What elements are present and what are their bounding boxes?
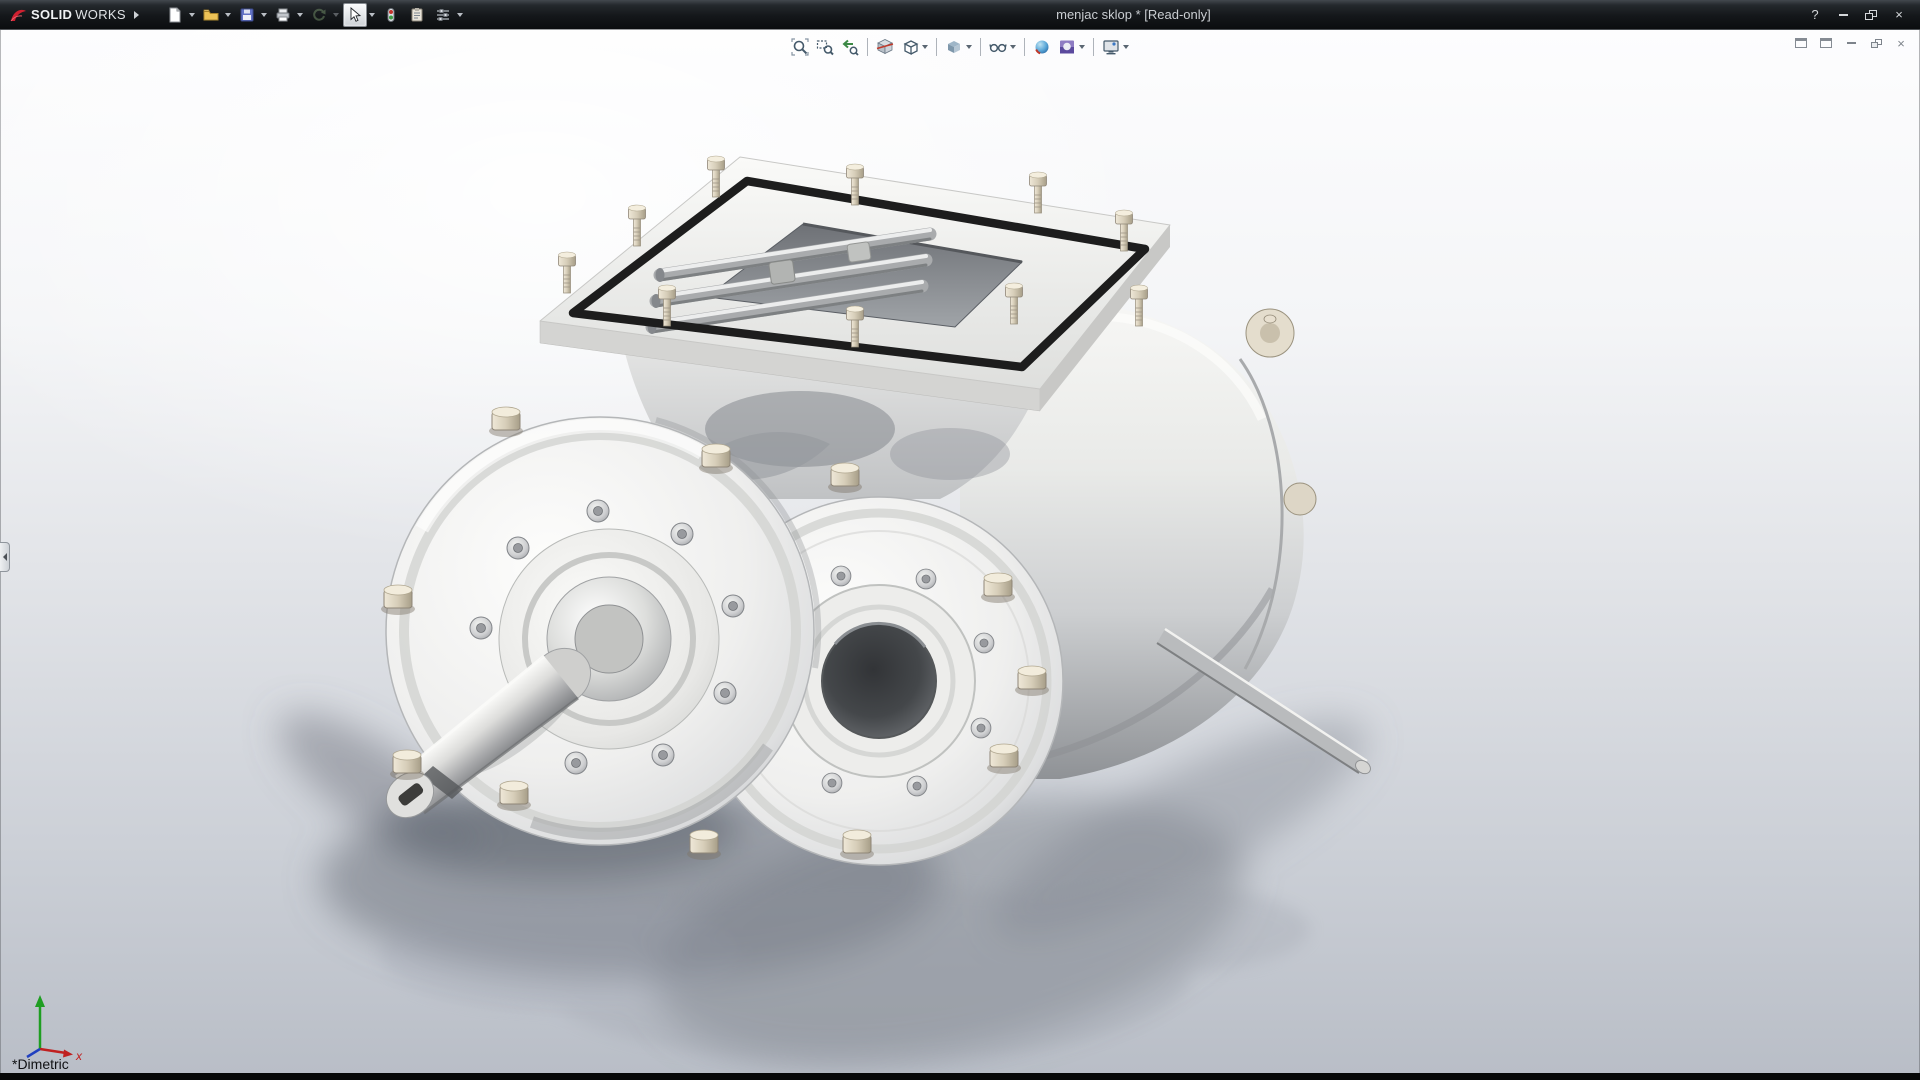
section-view-icon — [875, 37, 895, 57]
dropdown-arrow-icon[interactable] — [367, 3, 377, 27]
dropdown-arrow-icon[interactable] — [223, 3, 233, 27]
triad-x-label: x — [75, 1049, 83, 1063]
zoom-to-fit-icon — [790, 37, 810, 57]
view-orientation-button[interactable] — [898, 36, 931, 58]
display-style-button[interactable] — [942, 36, 975, 58]
dropdown-arrow-icon[interactable] — [1077, 37, 1086, 57]
rebuild-button[interactable] — [379, 3, 403, 27]
previous-view-button[interactable] — [838, 36, 862, 58]
dropdown-arrow-icon[interactable] — [455, 3, 465, 27]
toolbar-separator — [867, 38, 868, 56]
document-close-button[interactable]: × — [1892, 35, 1910, 51]
chevron-left-icon — [3, 553, 7, 561]
rebuild-icon — [382, 6, 400, 24]
previous-view-icon — [840, 37, 860, 57]
edit-appearance-icon — [1032, 37, 1052, 57]
model-3d-view[interactable] — [0, 29, 1920, 1073]
orientation-triad: x — [12, 979, 92, 1065]
apply-scene-icon — [1057, 37, 1077, 57]
menu-expand-arrow-icon[interactable] — [134, 11, 139, 19]
toolbar-separator — [980, 38, 981, 56]
section-view-button[interactable] — [873, 36, 897, 58]
undo-icon — [310, 6, 328, 24]
hide-show-items-button[interactable] — [986, 36, 1019, 58]
standard-toolbar — [163, 3, 465, 27]
zoom-to-area-icon — [815, 37, 835, 57]
document-window-button[interactable] — [1817, 35, 1835, 51]
toolbar-separator — [1024, 38, 1025, 56]
undo-button[interactable] — [307, 3, 341, 27]
close-button[interactable]: × — [1886, 5, 1912, 25]
graphics-area[interactable]: × x *Dimetric — [0, 29, 1920, 1073]
panel-collapse-tab[interactable] — [0, 542, 10, 572]
document-minimize-button[interactable] — [1842, 35, 1860, 51]
open-icon — [202, 6, 220, 24]
titlebar: SOLIDWORKS — [0, 0, 1920, 29]
open-button[interactable] — [199, 3, 233, 27]
dropdown-arrow-icon[interactable] — [920, 37, 929, 57]
ds-logo-icon — [8, 6, 28, 24]
print-button[interactable] — [271, 3, 305, 27]
select-cursor-icon — [346, 6, 364, 24]
zoom-to-area-button[interactable] — [813, 36, 837, 58]
dropdown-arrow-icon[interactable] — [1008, 37, 1017, 57]
edit-appearance-button[interactable] — [1030, 36, 1054, 58]
document-restore-button[interactable] — [1867, 35, 1885, 51]
file-properties-icon — [408, 6, 426, 24]
dropdown-arrow-icon[interactable] — [331, 3, 341, 27]
options-icon — [434, 6, 452, 24]
restore-button[interactable] — [1858, 5, 1884, 25]
save-icon — [238, 6, 256, 24]
apply-scene-button[interactable] — [1055, 36, 1088, 58]
toolbar-separator — [1093, 38, 1094, 56]
document-window-controls: × — [1792, 35, 1910, 51]
dropdown-arrow-icon[interactable] — [259, 3, 269, 27]
dropdown-arrow-icon[interactable] — [187, 3, 197, 27]
zoom-to-fit-button[interactable] — [788, 36, 812, 58]
new-document-icon — [166, 6, 184, 24]
brand-solid: SOLID — [31, 7, 72, 22]
minimize-button[interactable] — [1830, 5, 1856, 25]
document-window-button[interactable] — [1792, 35, 1810, 51]
view-orientation-icon — [900, 37, 920, 57]
solidworks-logo: SOLIDWORKS — [0, 6, 147, 24]
new-document-button[interactable] — [163, 3, 197, 27]
brand-works: WORKS — [75, 7, 126, 22]
dropdown-arrow-icon[interactable] — [1121, 37, 1130, 57]
orientation-label: *Dimetric — [12, 1056, 69, 1072]
hide-show-items-icon — [988, 37, 1008, 57]
view-settings-icon — [1101, 37, 1121, 57]
bottom-edge-bar — [0, 1073, 1920, 1080]
window-controls: ? × — [1802, 5, 1920, 25]
window-title: menjac sklop * [Read-only] — [465, 7, 1802, 22]
dropdown-arrow-icon[interactable] — [295, 3, 305, 27]
save-button[interactable] — [235, 3, 269, 27]
help-button[interactable]: ? — [1802, 5, 1828, 25]
dropdown-arrow-icon[interactable] — [964, 37, 973, 57]
heads-up-view-toolbar — [788, 36, 1132, 58]
toolbar-separator — [936, 38, 937, 56]
print-icon — [274, 6, 292, 24]
display-style-icon — [944, 37, 964, 57]
select-button[interactable] — [343, 3, 377, 27]
file-properties-button[interactable] — [405, 3, 429, 27]
options-button[interactable] — [431, 3, 465, 27]
view-settings-button[interactable] — [1099, 36, 1132, 58]
